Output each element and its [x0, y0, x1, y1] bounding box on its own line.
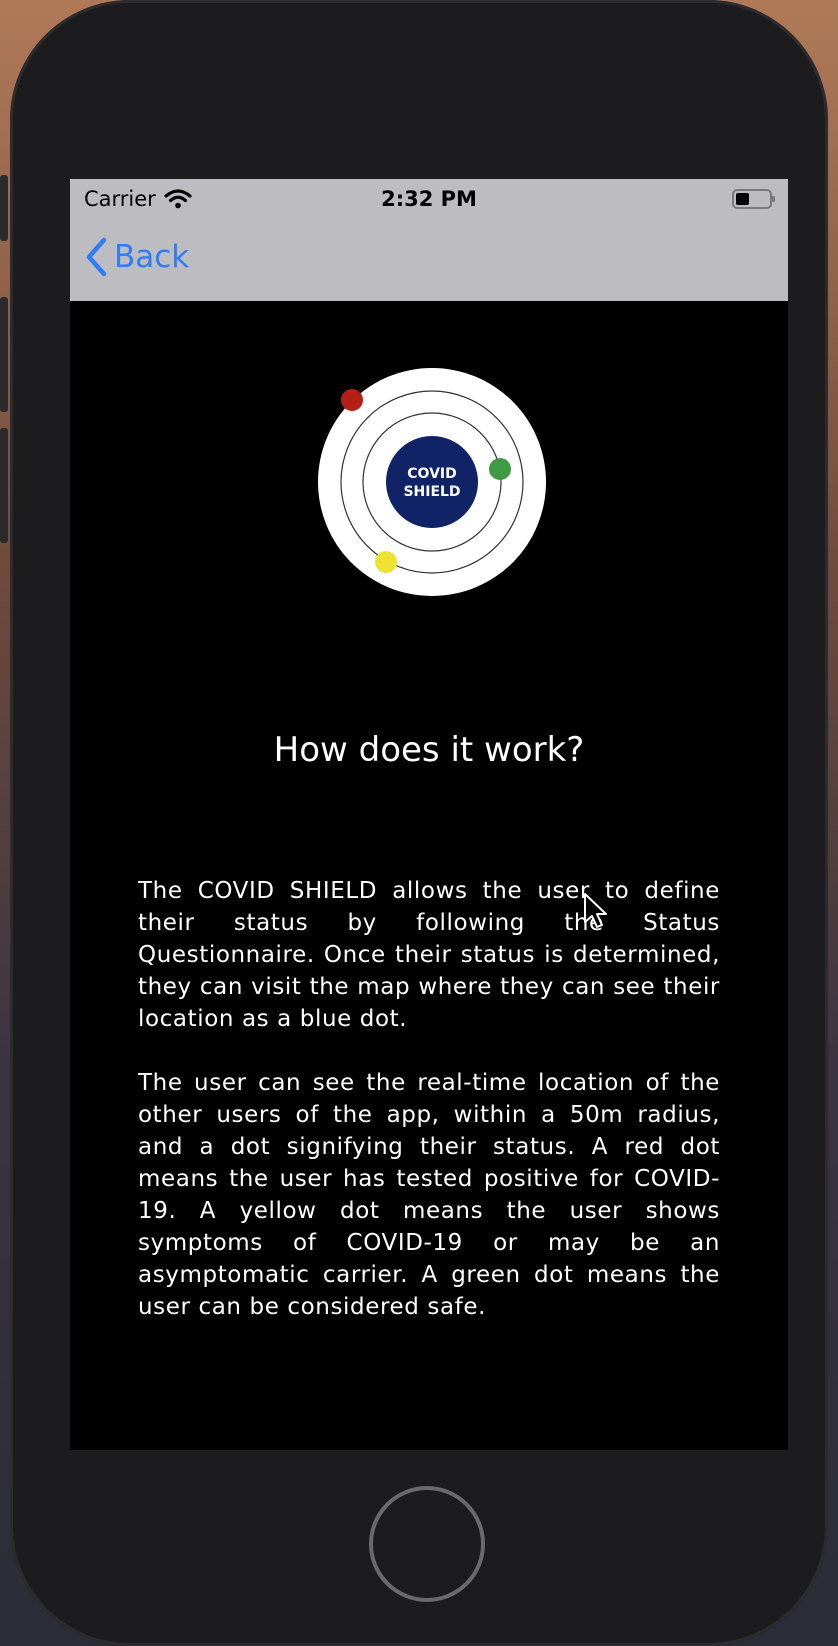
yellow-status-dot — [375, 551, 397, 573]
green-status-dot — [489, 458, 511, 480]
logo-text-line1: COVID — [407, 466, 456, 482]
mute-switch — [0, 175, 8, 241]
volume-up-button — [0, 297, 8, 412]
logo-center — [386, 436, 478, 528]
back-label: Back — [114, 239, 190, 275]
description-paragraph: The user can see the real-time location … — [138, 1070, 720, 1320]
chevron-left-icon — [86, 237, 107, 277]
red-status-dot — [341, 389, 363, 411]
description-text: The COVID SHIELD allows the user to defi… — [138, 875, 720, 1355]
back-button[interactable]: Back — [84, 237, 189, 277]
logo-text-line2: SHIELD — [403, 484, 460, 500]
status-bar: Carrier 2:32 PM — [70, 179, 788, 219]
battery-icon — [732, 189, 775, 209]
mouse-cursor-icon — [584, 893, 607, 928]
covid-shield-logo: COVID SHIELD — [318, 368, 546, 596]
app-screen: Carrier 2:32 PM Back COVID SHIELD How do… — [70, 179, 788, 1450]
home-button[interactable] — [369, 1486, 485, 1602]
page-title: How does it work? — [273, 730, 585, 770]
description-paragraph: The COVID SHIELD allows the user to defi… — [138, 878, 720, 1032]
phone-frame: Carrier 2:32 PM Back COVID SHIELD How do… — [0, 0, 828, 1646]
clock: 2:32 PM — [381, 187, 477, 211]
navigation-bar: Back — [70, 219, 788, 301]
volume-down-button — [0, 428, 8, 543]
